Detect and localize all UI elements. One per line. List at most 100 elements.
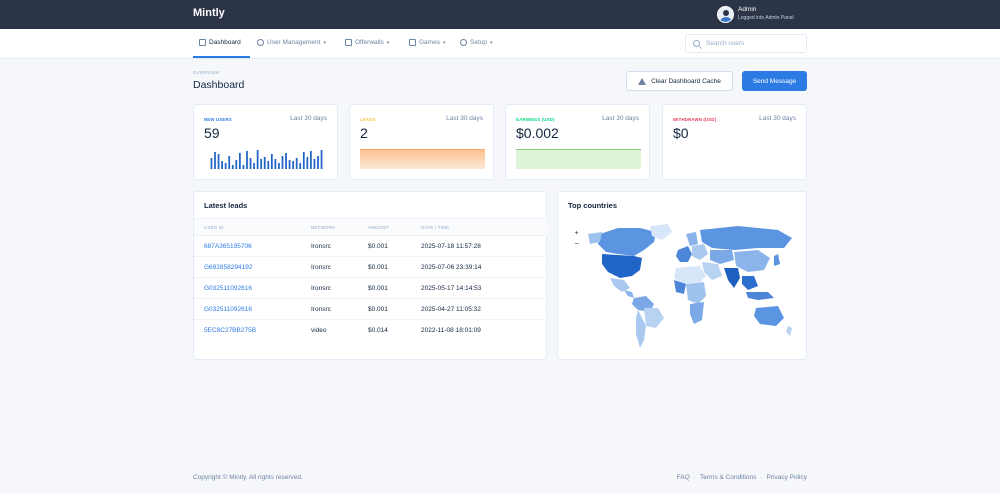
earnings-area-sparkline	[516, 149, 641, 169]
footer-copyright: Copyright © Mintly. All rights reserved.	[193, 474, 303, 481]
user-id-link[interactable]: G032511092616	[204, 306, 252, 313]
datetime-cell: 2025-04-27 11:05:32	[421, 306, 481, 313]
stat-value: $0	[673, 125, 689, 141]
table-row: 687A365195706 Ironsrc $0.001 2025-07-18 …	[194, 236, 547, 257]
sparkline-bar	[317, 156, 319, 169]
user-id-link[interactable]: 687A365195706	[204, 243, 252, 250]
search-input[interactable]	[706, 40, 796, 47]
sparkline-bar	[299, 163, 302, 169]
footer-link-terms[interactable]: Terms & Conditions	[700, 474, 756, 481]
nav-user-management[interactable]: User Management ▾	[257, 39, 326, 46]
footer-links: FAQ · Terms & Conditions · Privacy Polic…	[677, 474, 807, 481]
sparkline-bar	[231, 165, 234, 169]
nav-label: Setup	[470, 39, 487, 46]
stat-period: Last 30 days	[290, 115, 327, 122]
datetime-cell: 2025-07-18 11:57:28	[421, 243, 481, 250]
datetime-cell: 2025-05-17 14:14:53	[421, 285, 482, 292]
stat-period: Last 30 days	[602, 115, 639, 122]
map-region-central-asia	[710, 250, 734, 264]
stat-period: Last 30 days	[759, 115, 796, 122]
table-row: G032511092616 Ironsrc $0.001 2025-04-27 …	[194, 299, 547, 320]
sparkline-bar	[217, 154, 220, 169]
sparkline-bar	[292, 161, 295, 169]
map-region-india	[724, 268, 740, 288]
sparkline-bar	[249, 158, 252, 169]
profile-menu[interactable]: Admin Logged into Admin Panel	[717, 5, 794, 23]
network-cell: Ironsrc	[311, 264, 331, 271]
stat-value: 59	[204, 125, 220, 141]
sparkline-bar	[242, 165, 245, 169]
column-header[interactable]: AMOUNT	[368, 225, 389, 230]
stat-value: 2	[360, 125, 368, 141]
search-box[interactable]	[685, 34, 807, 53]
map-region-china	[734, 250, 770, 272]
stat-value: $0.002	[516, 125, 559, 141]
footer-separator: ·	[693, 474, 696, 481]
nav-games[interactable]: Games ▾	[409, 39, 445, 46]
network-cell: Ironsrc	[311, 285, 331, 292]
search-icon	[693, 40, 700, 47]
world-map[interactable]	[578, 222, 793, 350]
map-region-new-zealand	[786, 326, 792, 336]
top-bar: Mintly Admin Logged into Admin Panel	[0, 0, 1000, 29]
stat-label: NEW USERS	[204, 117, 232, 122]
column-header[interactable]: NETWORK	[311, 225, 335, 230]
nav-dashboard[interactable]: Dashboard	[199, 39, 241, 46]
map-region-russia	[700, 226, 792, 250]
footer-link-privacy[interactable]: Privacy Policy	[767, 474, 807, 481]
map-region-europe-east	[692, 244, 708, 260]
home-icon	[199, 39, 206, 46]
user-id-link[interactable]: G692858294192	[204, 264, 252, 271]
leads-area-sparkline	[360, 149, 485, 169]
chevron-down-icon: ▾	[323, 39, 326, 46]
datetime-cell: 2022-11-08 18:01:09	[421, 327, 481, 334]
sparkline-bar	[260, 159, 263, 169]
sparkline-bar	[224, 163, 227, 169]
sparkline-bar	[235, 160, 238, 169]
sparkline-bar	[228, 156, 231, 169]
column-header[interactable]: DATE / TIME	[421, 225, 449, 230]
sparkline-bar	[270, 154, 273, 169]
chevron-down-icon: ▾	[386, 39, 390, 46]
table-header: USER ID NETWORK AMOUNT DATE / TIME	[194, 218, 547, 236]
user-id-link[interactable]: 5EC8C27BB275B	[204, 327, 256, 334]
footer-link-faq[interactable]: FAQ	[677, 474, 690, 481]
active-tab-indicator	[193, 56, 250, 58]
amount-cell: $0.001	[368, 285, 388, 292]
table-row: G692858294192 Ironsrc $0.001 2025-07-06 …	[194, 257, 547, 278]
sparkline-bar	[320, 150, 323, 169]
network-cell: Ironsrc	[311, 306, 331, 313]
map-region-south-america-south	[636, 310, 646, 348]
table-row: 5EC8C27BB275B video $0.014 2022-11-08 18…	[194, 320, 547, 341]
stat-label: EARNINGS (USD)	[516, 117, 555, 122]
top-countries-card: Top countries + −	[557, 191, 807, 360]
user-id-link[interactable]: G032511092616	[204, 285, 252, 292]
nav-offerwalls[interactable]: Offerwalls ▾	[345, 39, 389, 46]
profile-role: Logged into Admin Panel	[738, 15, 794, 21]
map-region-australia	[754, 306, 784, 326]
clear-cache-button[interactable]: Clear Dashboard Cache	[626, 71, 733, 91]
column-header[interactable]: USER ID	[204, 225, 224, 230]
stat-label: LEADS	[360, 117, 376, 122]
sparkline-bar	[256, 150, 259, 169]
sparkline-bar	[274, 159, 277, 169]
brand-logo[interactable]: Mintly	[193, 7, 225, 19]
card-title: Latest leads	[204, 201, 248, 210]
nav-label: Dashboard	[209, 39, 241, 46]
send-message-button[interactable]: Send Message	[742, 71, 807, 91]
map-region-united-states	[602, 254, 642, 278]
sparkline-bar	[214, 152, 216, 169]
avatar[interactable]	[717, 5, 734, 23]
nav-setup[interactable]: Setup ▾	[460, 39, 493, 46]
stat-card-withdrawn: WITHDRAWN (USD) Last 30 days $0	[662, 104, 807, 180]
nav-label: Games	[419, 39, 440, 46]
datetime-cell: 2025-07-06 23:39:14	[421, 264, 482, 271]
sparkline-bar	[288, 160, 291, 169]
page-pretitle: OVERVIEW	[193, 70, 220, 75]
amount-cell: $0.001	[368, 306, 388, 313]
stat-card-earnings: EARNINGS (USD) Last 30 days $0.002	[505, 104, 650, 180]
stat-period: Last 30 days	[446, 115, 483, 122]
map-region-mexico	[610, 278, 630, 292]
chevron-down-icon: ▾	[490, 39, 493, 46]
sparkline-bar	[302, 152, 305, 169]
